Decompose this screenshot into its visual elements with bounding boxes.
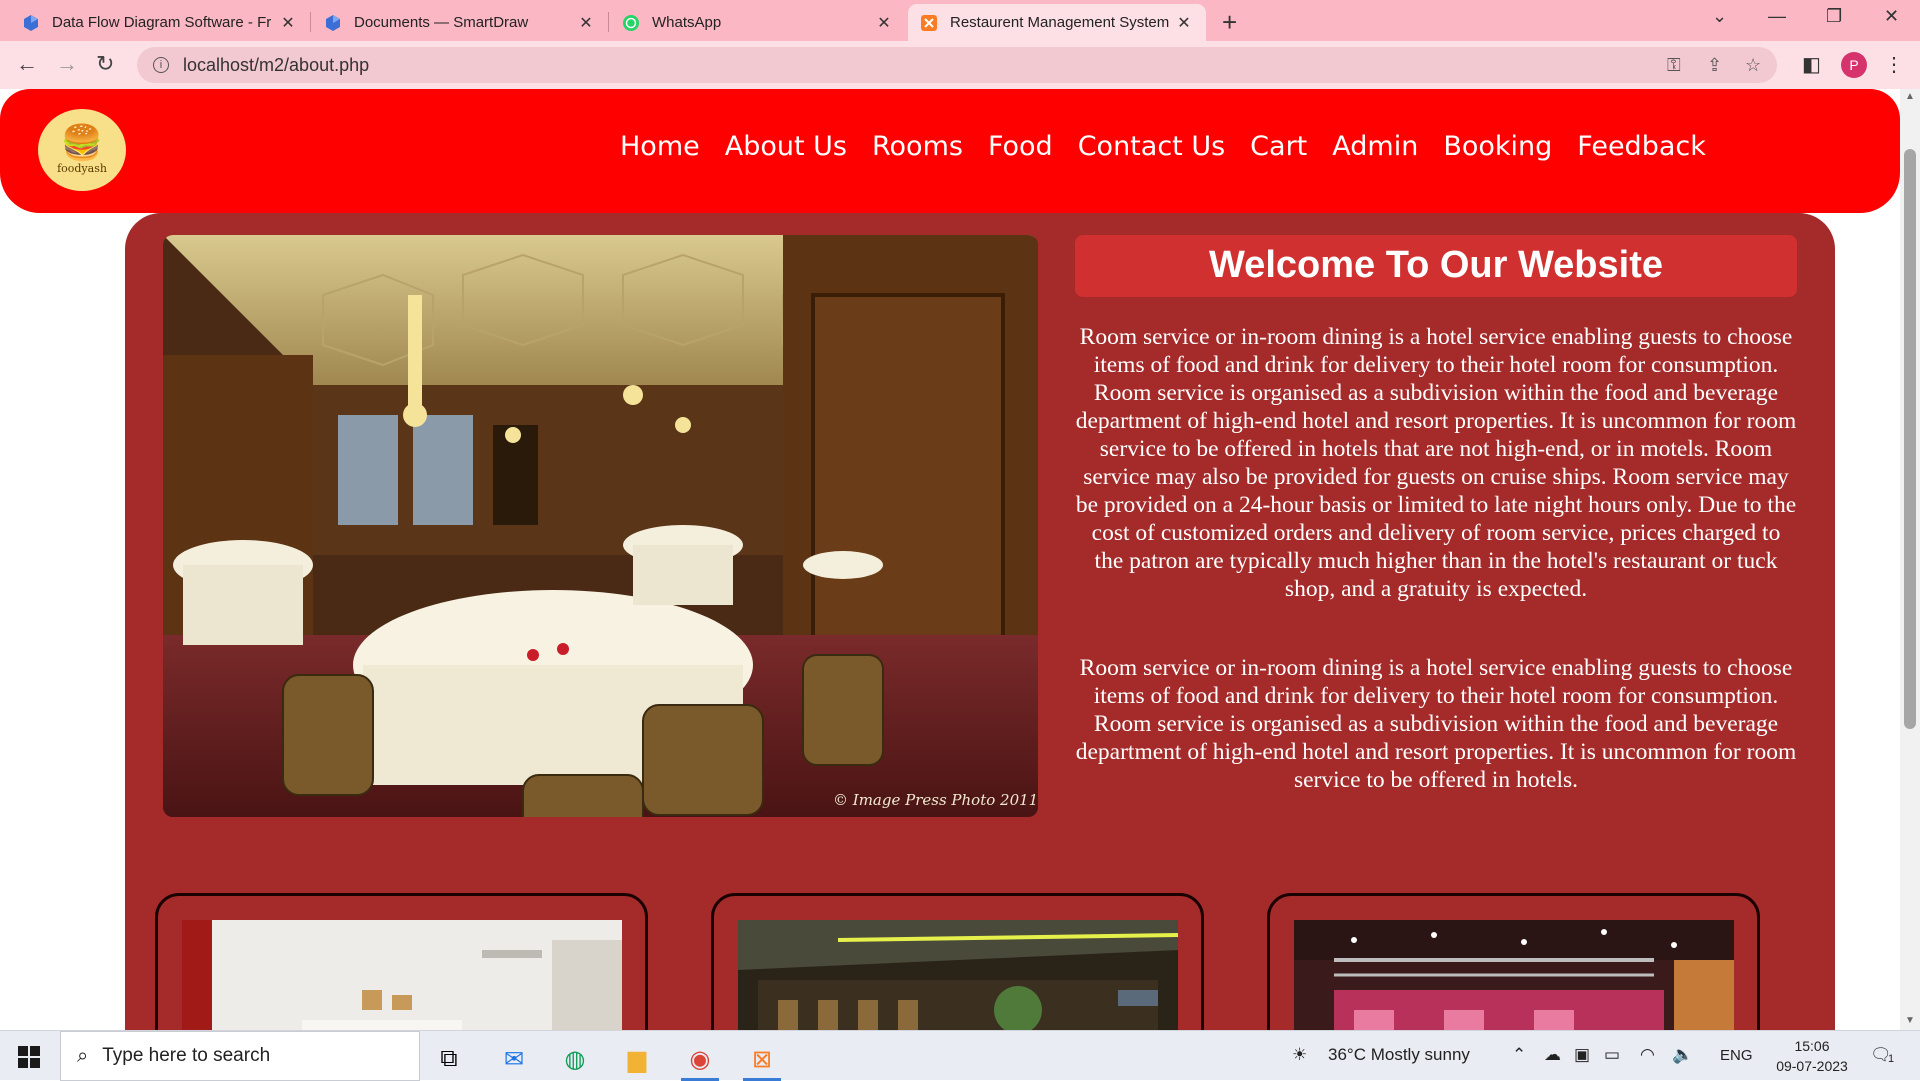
- windows-start-icon[interactable]: [18, 1046, 40, 1068]
- search-placeholder: Type here to search: [102, 1045, 271, 1066]
- address-bar[interactable]: i localhost/m2/about.php ⚿ ⇪ ☆: [137, 47, 1777, 83]
- browser-tab[interactable]: Documents — SmartDraw ✕: [312, 4, 608, 41]
- smartdraw-icon: [324, 14, 342, 32]
- reload-icon[interactable]: ↻: [96, 51, 114, 77]
- close-tab-icon[interactable]: ✕: [874, 13, 894, 33]
- taskbar-clock[interactable]: 15:06 09-07-2023: [1770, 1036, 1854, 1076]
- nav-booking[interactable]: Booking: [1443, 131, 1552, 162]
- page-scrollbar[interactable]: ▲ ▼: [1900, 89, 1920, 1030]
- site-info-icon[interactable]: i: [153, 57, 169, 73]
- search-icon: ⌕: [77, 1044, 89, 1067]
- browser-tab-strip: Data Flow Diagram Software - Fr ✕ Docume…: [0, 0, 1920, 41]
- mail-icon[interactable]: ✉: [487, 1037, 541, 1081]
- about-paragraph-2: Room service or in-room dining is a hote…: [1075, 655, 1797, 793]
- clock-time: 15:06: [1794, 1038, 1830, 1054]
- nav-contact-us[interactable]: Contact Us: [1078, 131, 1225, 162]
- browser-tab[interactable]: WhatsApp ✕: [610, 4, 906, 41]
- restaurant-dining-image: © Image Press Photo 2011: [163, 235, 1038, 817]
- scrollbar-thumb[interactable]: [1904, 149, 1916, 729]
- logo-text: foodyash: [57, 161, 107, 175]
- site-header: 🍔 foodyash Home About Us Rooms Food Cont…: [0, 89, 1900, 213]
- menu-kebab-icon[interactable]: ⋮: [1884, 52, 1904, 77]
- meet-now-icon[interactable]: ▣: [1574, 1045, 1590, 1065]
- new-tab-button[interactable]: +: [1222, 7, 1237, 38]
- nav-admin[interactable]: Admin: [1332, 131, 1418, 162]
- share-icon[interactable]: ⇪: [1707, 55, 1722, 76]
- file-explorer-icon[interactable]: ▆: [610, 1037, 664, 1081]
- weather-sun-icon[interactable]: ☀: [1292, 1045, 1307, 1065]
- onedrive-icon[interactable]: ☁: [1544, 1045, 1561, 1065]
- notification-count: 1: [1888, 1053, 1895, 1065]
- restore-icon[interactable]: ❐: [1826, 6, 1842, 27]
- bookmark-star-icon[interactable]: ☆: [1745, 55, 1761, 76]
- scroll-up-icon[interactable]: ▲: [1905, 91, 1915, 102]
- weather-text[interactable]: 36°C Mostly sunny: [1328, 1045, 1470, 1065]
- site-logo[interactable]: 🍔 foodyash: [38, 109, 126, 191]
- forward-arrow-icon[interactable]: →: [56, 51, 78, 77]
- taskbar-search-input[interactable]: ⌕ Type here to search: [60, 1031, 420, 1081]
- nav-about-us[interactable]: About Us: [725, 131, 847, 162]
- tab-search-chevron-icon[interactable]: ⌄: [1712, 6, 1727, 27]
- battery-icon[interactable]: ▭: [1604, 1045, 1620, 1065]
- scroll-down-icon[interactable]: ▼: [1905, 1015, 1915, 1026]
- nav-food[interactable]: Food: [988, 131, 1053, 162]
- gallery-card[interactable]: [155, 893, 648, 1030]
- about-paragraph-1: Room service or in-room dining is a hote…: [1075, 324, 1797, 602]
- whatsapp-icon: [622, 14, 640, 32]
- burger-icon: 🍔: [60, 123, 104, 162]
- close-tab-icon[interactable]: ✕: [576, 13, 596, 33]
- main-nav: Home About Us Rooms Food Contact Us Cart…: [620, 131, 1706, 162]
- xampp-icon[interactable]: ⊠: [735, 1037, 789, 1081]
- volume-icon[interactable]: 🔈: [1672, 1045, 1693, 1065]
- windows-taskbar: ⌕ Type here to search ⧉ ✉ ◍ ▆ ◉ ⊠ ☀ 36°C…: [0, 1030, 1920, 1081]
- back-arrow-icon[interactable]: ←: [16, 51, 38, 77]
- nav-feedback[interactable]: Feedback: [1577, 131, 1706, 162]
- key-icon[interactable]: ⚿: [1667, 55, 1681, 76]
- close-tab-icon[interactable]: ✕: [1174, 13, 1194, 33]
- room-image: [182, 920, 622, 1030]
- gallery-card[interactable]: [711, 893, 1204, 1030]
- chrome-icon[interactable]: ◉: [673, 1037, 727, 1081]
- photo-credit: © Image Press Photo 2011: [833, 791, 1038, 809]
- language-indicator[interactable]: ENG: [1720, 1047, 1753, 1064]
- about-panel: © Image Press Photo 2011 Welcome To Our …: [125, 213, 1835, 1030]
- close-tab-icon[interactable]: ✕: [278, 13, 298, 33]
- nav-home[interactable]: Home: [620, 131, 700, 162]
- welcome-heading: Welcome To Our Website: [1075, 235, 1797, 297]
- bar-interior-image: [738, 920, 1178, 1030]
- side-panel-icon[interactable]: ◧: [1802, 52, 1821, 77]
- xampp-icon: [920, 14, 938, 32]
- task-view-icon[interactable]: ⧉: [422, 1037, 476, 1081]
- close-window-icon[interactable]: ✕: [1884, 6, 1899, 27]
- page-viewport: 🍔 foodyash Home About Us Rooms Food Cont…: [0, 89, 1900, 1030]
- nav-cart[interactable]: Cart: [1250, 131, 1307, 162]
- banquet-hall-image: [1294, 920, 1734, 1030]
- wifi-icon[interactable]: ◠: [1640, 1045, 1655, 1065]
- nav-rooms[interactable]: Rooms: [872, 131, 963, 162]
- show-hidden-icons[interactable]: ⌃: [1512, 1045, 1526, 1065]
- edge-icon[interactable]: ◍: [548, 1037, 602, 1081]
- avatar[interactable]: P: [1841, 52, 1867, 78]
- clock-date: 09-07-2023: [1776, 1058, 1848, 1074]
- minimize-icon[interactable]: —: [1768, 6, 1786, 27]
- url-text: localhost/m2/about.php: [183, 54, 370, 75]
- browser-tab[interactable]: Data Flow Diagram Software - Fr ✕: [10, 4, 310, 41]
- gallery-card[interactable]: [1267, 893, 1760, 1030]
- smartdraw-icon: [22, 14, 40, 32]
- browser-tab-active[interactable]: Restaurent Management System ✕: [908, 4, 1206, 41]
- browser-toolbar: ← → ↻ i localhost/m2/about.php ⚿ ⇪ ☆: [0, 41, 1920, 89]
